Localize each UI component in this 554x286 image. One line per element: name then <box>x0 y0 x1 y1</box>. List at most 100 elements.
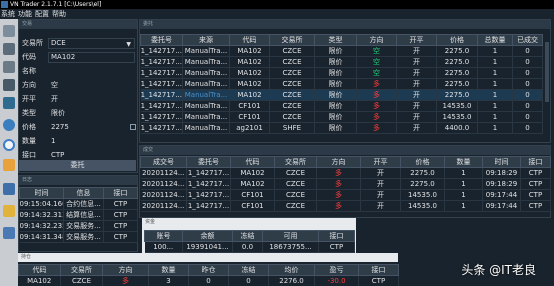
order-table: 委托号 来源 代码 交易所 类型 方向 开平 价格 总数量 已成交 1_1427… <box>140 34 543 134</box>
account-col-available[interactable]: 可用 <box>262 230 319 242</box>
table-row[interactable]: 1_142717... ManualTra... CF101 CZCE 限价多开 1453… <box>140 111 543 123</box>
menu-help[interactable]: 帮助 <box>52 10 66 18</box>
order-col-offset[interactable]: 开平 <box>396 34 437 46</box>
price-checkbox[interactable] <box>130 124 136 130</box>
table-row[interactable]: 09:15:04.160 合约信息... CTP <box>19 198 138 210</box>
window-title: VN Trader 2.1.7.1 [C:\Users\el] <box>10 1 102 8</box>
order-panel: 委托 委托号 来源 代码 交易所 类型 方向 开平 价格 总数量 已成交 1_1… <box>139 19 551 143</box>
settings-icon[interactable] <box>3 43 15 55</box>
menu-bar: 系统 功能 配置 帮助 <box>0 9 554 19</box>
price-input[interactable]: 2275 <box>48 122 135 133</box>
table-row[interactable]: 09:14:32.235 交易服务... CTP <box>19 220 138 232</box>
table-row[interactable]: 20201124... 1_142717... CF101 CZCE 多开 14535.0… <box>140 200 551 212</box>
account-col-accountid[interactable]: 账号 <box>144 230 183 242</box>
position-col-gateway[interactable]: 接口 <box>358 264 399 276</box>
python-script-icon[interactable] <box>3 183 15 195</box>
table-row[interactable]: 20201124... 1_142717... MA102 CZCE 多开 2275.0 1… <box>140 178 551 190</box>
account-col-balance[interactable]: 余额 <box>182 230 233 242</box>
position-col-direction[interactable]: 方向 <box>102 264 149 276</box>
trade-panel: 成交 成交号 委托号 代码 交易所 方向 开平 价格 数量 时间 接口 2020… <box>139 145 551 218</box>
offset-row: 开平 开 <box>20 94 137 105</box>
rpc-service-icon[interactable] <box>3 227 15 239</box>
table-row-selected[interactable]: 1_142717... ManualTra... MA102 CZCE 限价多开 2275… <box>140 89 543 101</box>
account-col-frozen[interactable]: 冻结 <box>232 230 263 242</box>
database-icon[interactable] <box>3 61 15 73</box>
price-row: 价格 2275 <box>20 122 137 133</box>
portfolio-icon[interactable] <box>3 159 15 171</box>
position-col-price[interactable]: 均价 <box>268 264 315 276</box>
account-col-gateway[interactable]: 接口 <box>318 230 355 242</box>
table-row[interactable]: 1_142717... ManualTra... MA102 CZCE 限价空开 2275… <box>140 56 543 68</box>
name-value <box>48 66 135 77</box>
menu-function[interactable]: 功能 <box>18 10 32 18</box>
position-title: 持仓 <box>18 253 398 262</box>
log-col-time[interactable]: 时间 <box>19 187 64 199</box>
table-row[interactable]: MA102 CZCE 多 3 0 0 2276.0 -30.0 CTP <box>18 275 399 286</box>
contract-query-icon[interactable] <box>3 25 15 37</box>
trade-col-gateway[interactable]: 接口 <box>520 156 551 168</box>
order-type-select[interactable]: 限价 <box>48 108 135 119</box>
exchange-row: 交易所 DCE ▼ <box>20 38 137 49</box>
exchange-select[interactable]: DCE ▼ <box>48 38 135 49</box>
table-row[interactable]: 1_142717... ManualTra... MA102 CZCE 限价空开 2275… <box>140 45 543 57</box>
table-row[interactable]: 20201124... 1_142717... MA102 CZCE 多开 2275.0 1… <box>140 167 551 179</box>
position-col-volume[interactable]: 数量 <box>148 264 189 276</box>
app-logo-icon <box>1 1 8 8</box>
order-col-direction[interactable]: 方向 <box>356 34 397 46</box>
order-col-source[interactable]: 来源 <box>182 34 230 46</box>
trade-col-symbol[interactable]: 代码 <box>230 156 275 168</box>
position-col-exchange[interactable]: 交易所 <box>60 264 103 276</box>
table-row[interactable]: 1_142717... ManualTra... ag2101 SHFE 限价多开 440… <box>140 122 543 134</box>
position-col-yd-volume[interactable]: 昨仓 <box>188 264 229 276</box>
volume-input[interactable]: 1 <box>48 136 135 147</box>
trade-table: 成交号 委托号 代码 交易所 方向 开平 价格 数量 时间 接口 2020112… <box>140 156 551 212</box>
trade-col-orderid[interactable]: 委托号 <box>186 156 231 168</box>
order-col-traded[interactable]: 已成交 <box>512 34 543 46</box>
spread-trading-icon[interactable] <box>3 139 15 151</box>
position-col-frozen[interactable]: 冻结 <box>228 264 269 276</box>
trade-col-time[interactable]: 时间 <box>482 156 521 168</box>
watermark: 头条 @IT老良 <box>461 263 536 277</box>
offset-select[interactable]: 开 <box>48 94 135 105</box>
position-col-symbol[interactable]: 代码 <box>18 264 61 276</box>
order-col-symbol[interactable]: 代码 <box>229 34 270 46</box>
table-row[interactable]: 1_142717... ManualTra... MA102 CZCE 限价多开 2275… <box>140 78 543 90</box>
order-col-price[interactable]: 价格 <box>436 34 478 46</box>
order-scrollbar[interactable] <box>545 42 549 102</box>
table-row[interactable]: 09:14:32.313 结算信息... CTP <box>19 209 138 221</box>
menu-config[interactable]: 配置 <box>35 10 49 18</box>
name-row: 名称 <box>20 66 137 77</box>
risk-manager-icon[interactable] <box>3 119 15 131</box>
cta-strategy-icon[interactable] <box>3 97 15 109</box>
log-col-gateway[interactable]: 接口 <box>103 187 138 199</box>
trade-col-tradeid[interactable]: 成交号 <box>140 156 187 168</box>
table-row[interactable]: 1_142717... ManualTra... CF101 CZCE 限价多开 1453… <box>140 100 543 112</box>
chart-icon[interactable] <box>3 205 15 217</box>
trade-form-title: 交易 <box>19 20 137 29</box>
log-table: 时间 信息 接口 09:15:04.160 合约信息... CTP 09:14:32… <box>19 187 138 243</box>
send-order-button[interactable]: 委托 <box>19 160 136 171</box>
table-row[interactable]: 100... 19391041... 0.0 18673755... CTP <box>144 241 355 253</box>
order-col-type[interactable]: 类型 <box>314 34 357 46</box>
trade-title: 成交 <box>140 146 550 155</box>
order-title: 委托 <box>140 20 550 29</box>
table-row[interactable]: 09:14:31.348 交易服务... CTP <box>19 231 138 243</box>
trade-col-direction[interactable]: 方向 <box>316 156 361 168</box>
menu-system[interactable]: 系统 <box>1 10 15 18</box>
table-row[interactable]: 1_142717... ManualTra... MA102 CZCE 限价空开 2275… <box>140 67 543 79</box>
order-col-volume[interactable]: 总数量 <box>477 34 513 46</box>
trade-col-price[interactable]: 价格 <box>400 156 445 168</box>
position-col-pnl[interactable]: 盈亏 <box>314 264 359 276</box>
order-col-orderid[interactable]: 委托号 <box>140 34 183 46</box>
trade-col-offset[interactable]: 开平 <box>360 156 401 168</box>
order-col-exchange[interactable]: 交易所 <box>269 34 315 46</box>
algo-trading-icon[interactable] <box>3 79 15 91</box>
direction-select[interactable]: 空 <box>48 80 135 91</box>
trade-col-volume[interactable]: 数量 <box>444 156 483 168</box>
log-col-message[interactable]: 信息 <box>63 187 104 199</box>
symbol-input[interactable]: MA102 <box>48 52 135 63</box>
chevron-down-icon: ▼ <box>126 41 131 48</box>
trade-col-exchange[interactable]: 交易所 <box>274 156 317 168</box>
table-row[interactable]: 20201124... 1_142717... CF101 CZCE 多开 14535.0… <box>140 189 551 201</box>
account-title: 资金 <box>142 218 356 227</box>
